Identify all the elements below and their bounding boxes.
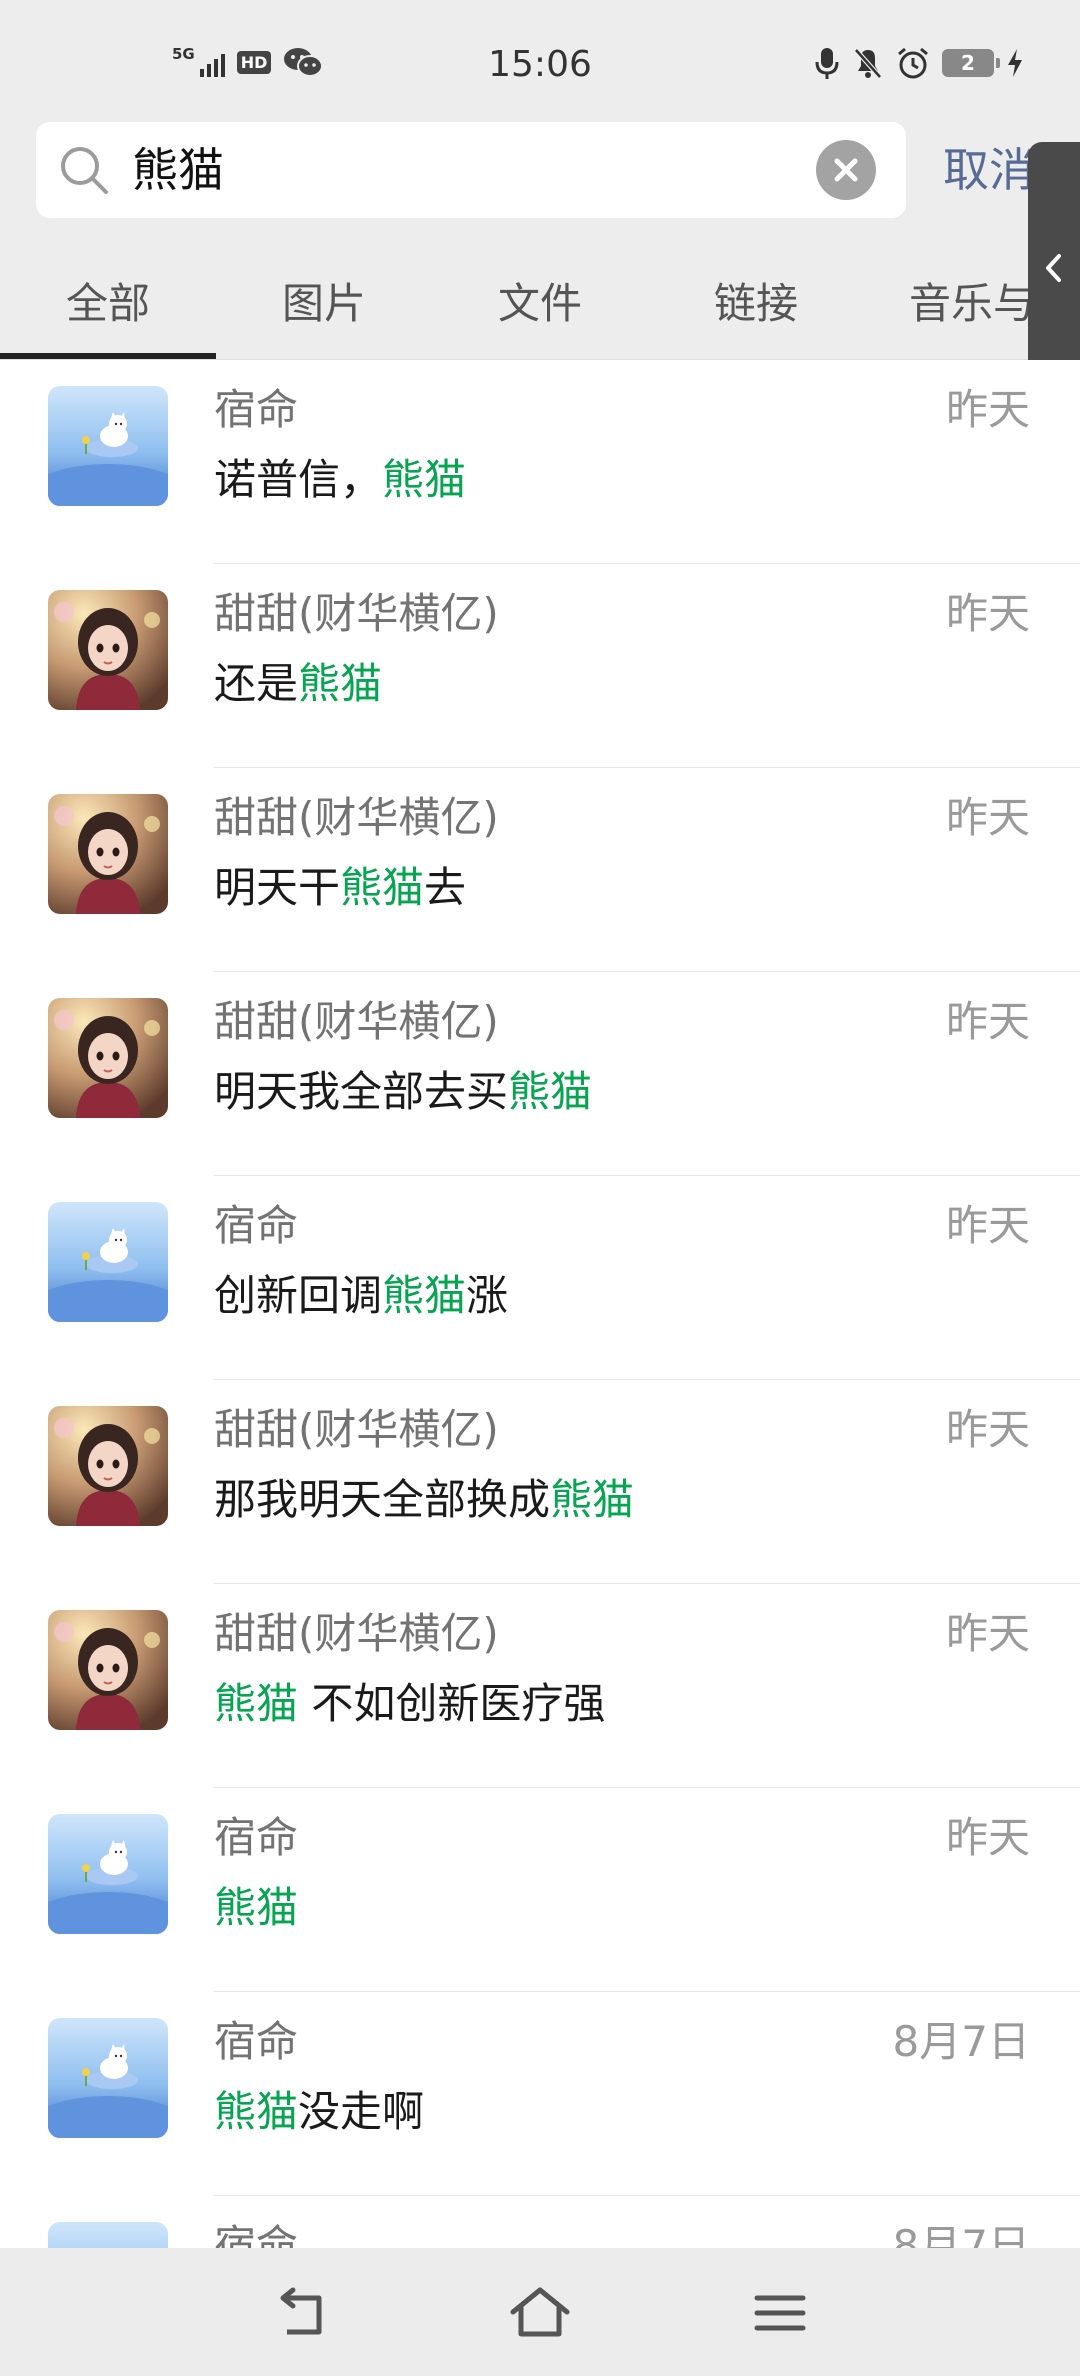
- filter-tabs: 全部 图片 文件 链接 音乐与: [0, 248, 1080, 360]
- close-icon: [834, 158, 858, 182]
- result-row[interactable]: 甜甜(财华横亿) 昨天 熊猫 不如创新医疗强: [0, 1584, 1080, 1788]
- contact-name: 宿命: [214, 2221, 299, 2248]
- search-bar[interactable]: [36, 122, 906, 218]
- alarm-icon: [898, 47, 928, 79]
- message-time: 昨天: [945, 1405, 1030, 1454]
- status-bar: 5G HD 15:06 2: [0, 0, 1080, 120]
- avatar: [48, 1406, 168, 1526]
- avatar-image: [48, 590, 168, 710]
- tab-files[interactable]: 文件: [432, 248, 648, 360]
- message-snippet: 熊猫: [214, 1883, 299, 1932]
- cancel-button[interactable]: 取消: [943, 140, 1035, 200]
- avatar: [48, 2018, 168, 2138]
- result-row[interactable]: 宿命 昨天 诺普信，熊猫: [0, 360, 1080, 564]
- message-snippet: 还是熊猫: [214, 659, 383, 708]
- system-nav-bar: [0, 2248, 1080, 2376]
- message-snippet: 明天我全部去买熊猫: [214, 1067, 593, 1116]
- avatar: [48, 2222, 168, 2248]
- search-input[interactable]: [132, 122, 832, 218]
- message-time: 昨天: [945, 385, 1030, 434]
- result-row[interactable]: 甜甜(财华横亿) 昨天 那我明天全部换成熊猫: [0, 1380, 1080, 1584]
- contact-name: 甜甜(财华横亿): [214, 997, 499, 1046]
- charging-icon: [1008, 49, 1022, 77]
- mute-icon: [854, 48, 882, 79]
- avatar-image: [48, 1814, 168, 1934]
- result-row[interactable]: 宿命 8月7日 熊猫没走啊: [0, 1992, 1080, 2196]
- mic-icon: [815, 48, 839, 79]
- avatar-image: [48, 794, 168, 914]
- contact-name: 甜甜(财华横亿): [214, 589, 499, 638]
- message-time: 昨天: [945, 1609, 1030, 1658]
- contact-name: 宿命: [214, 1201, 299, 1250]
- message-time: 昨天: [945, 1201, 1030, 1250]
- tab-links[interactable]: 链接: [648, 248, 864, 360]
- result-row[interactable]: 宿命 昨天 熊猫: [0, 1788, 1080, 1992]
- message-time: 昨天: [945, 1813, 1030, 1862]
- avatar: [48, 998, 168, 1118]
- tab-all[interactable]: 全部: [0, 248, 216, 360]
- tab-images[interactable]: 图片: [216, 248, 432, 360]
- avatar-image: [48, 1202, 168, 1322]
- message-time: 昨天: [945, 793, 1030, 842]
- result-row[interactable]: 宿命 8月7日: [0, 2196, 1080, 2248]
- avatar-image: [48, 2018, 168, 2138]
- avatar: [48, 1202, 168, 1322]
- status-right: 2: [814, 46, 1024, 80]
- contact-name: 宿命: [214, 385, 299, 434]
- message-time: 昨天: [945, 589, 1030, 638]
- search-icon: [61, 147, 108, 194]
- message-snippet: 那我明天全部换成熊猫: [214, 1475, 635, 1524]
- menu-icon[interactable]: [745, 2278, 815, 2348]
- avatar-image: [48, 386, 168, 506]
- back-icon[interactable]: [265, 2278, 335, 2348]
- avatar: [48, 590, 168, 710]
- contact-name: 甜甜(财华横亿): [214, 1609, 499, 1658]
- avatar: [48, 1814, 168, 1934]
- message-snippet: 明天干熊猫去: [214, 863, 467, 912]
- result-row[interactable]: 宿命 昨天 创新回调熊猫涨: [0, 1176, 1080, 1380]
- message-snippet: 创新回调熊猫涨: [214, 1271, 509, 1320]
- contact-name: 宿命: [214, 1813, 299, 1862]
- avatar: [48, 794, 168, 914]
- battery-icon: 2: [942, 49, 1000, 77]
- avatar-image: [48, 1406, 168, 1526]
- result-row[interactable]: 甜甜(财华横亿) 昨天 还是熊猫: [0, 564, 1080, 768]
- message-time: 8月7日: [892, 2017, 1030, 2066]
- avatar-image: [48, 1610, 168, 1730]
- home-icon[interactable]: [505, 2278, 575, 2348]
- chevron-left-icon: [1046, 254, 1061, 282]
- clear-search-button[interactable]: [816, 140, 876, 200]
- message-snippet: 熊猫没走啊: [214, 2087, 425, 2136]
- contact-name: 甜甜(财华横亿): [214, 793, 499, 842]
- contact-name: 宿命: [214, 2017, 299, 2066]
- search-results-list: 宿命 昨天 诺普信，熊猫 甜甜(财华横亿) 昨天 还是熊猫 甜甜(财华横亿) 昨…: [0, 360, 1080, 2248]
- contact-name: 甜甜(财华横亿): [214, 1405, 499, 1454]
- message-snippet: 熊猫 不如创新医疗强: [214, 1679, 606, 1728]
- avatar: [48, 386, 168, 506]
- side-panel-handle[interactable]: [1028, 142, 1080, 394]
- result-row[interactable]: 甜甜(财华横亿) 昨天 明天干熊猫去: [0, 768, 1080, 972]
- avatar-image: [48, 2222, 168, 2248]
- message-snippet: 诺普信，熊猫: [214, 455, 467, 504]
- result-row[interactable]: 甜甜(财华横亿) 昨天 明天我全部去买熊猫: [0, 972, 1080, 1176]
- avatar: [48, 1610, 168, 1730]
- avatar-image: [48, 998, 168, 1118]
- message-time: 昨天: [945, 997, 1030, 1046]
- message-time: 8月7日: [892, 2221, 1030, 2248]
